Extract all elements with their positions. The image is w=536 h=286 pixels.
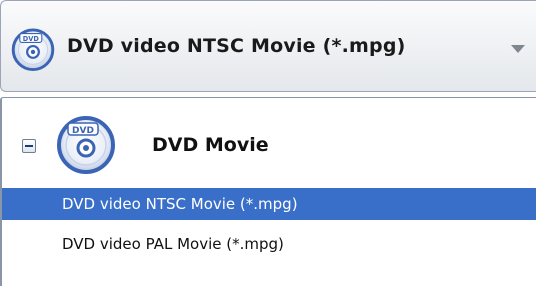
list-item-dvd-pal[interactable]: DVD video PAL Movie (*.mpg) [2, 228, 536, 260]
list-item-dvd-ntsc[interactable]: DVD video NTSC Movie (*.mpg) [2, 188, 536, 220]
format-combobox[interactable]: DVD DVD video NTSC Movie (*.mpg) [0, 0, 536, 92]
group-header-dvd-movie[interactable]: DVD DVD Movie [2, 98, 536, 186]
format-dropdown-list: DVD DVD Movie DVD video NTSC Movie (*.mp… [0, 97, 536, 286]
collapse-minus-icon[interactable] [22, 139, 36, 153]
dvd-disc-icon: DVD [56, 114, 116, 174]
dvd-disc-icon: DVD [11, 27, 55, 71]
combo-selected-label: DVD video NTSC Movie (*.mpg) [67, 35, 406, 57]
svg-text:DVD: DVD [23, 35, 40, 43]
group-title: DVD Movie [152, 134, 269, 156]
dropdown-arrow-icon[interactable] [511, 45, 525, 53]
svg-text:DVD: DVD [72, 126, 94, 136]
